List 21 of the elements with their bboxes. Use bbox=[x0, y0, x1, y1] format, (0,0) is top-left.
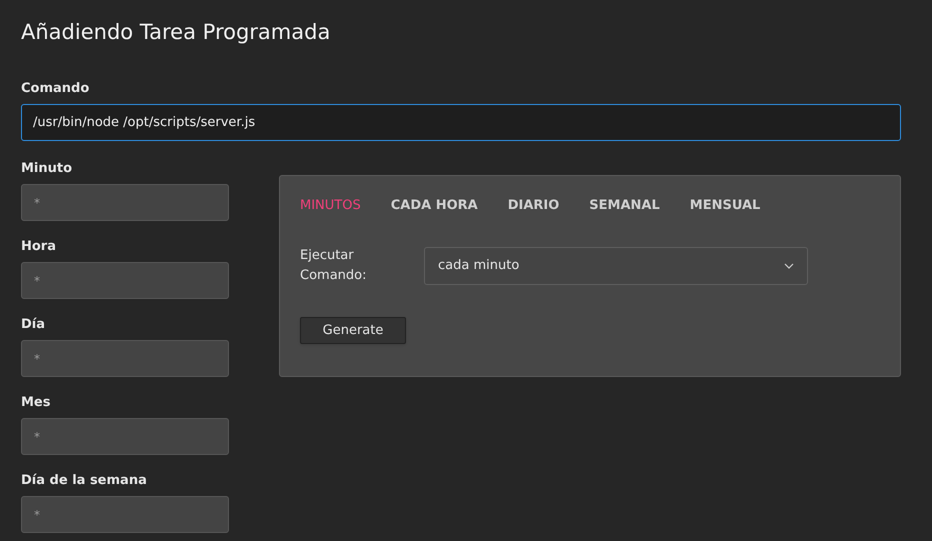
command-field[interactable]: /usr/bin/node /opt/scripts/server.js bbox=[21, 104, 901, 141]
field-label: Hora bbox=[21, 238, 56, 256]
execute-label: Ejecutar Comando: bbox=[300, 247, 368, 285]
tab[interactable]: MENSUAL bbox=[690, 196, 760, 216]
tab[interactable]: SEMANAL bbox=[589, 196, 660, 216]
chevron-down-icon bbox=[784, 263, 794, 269]
field-label: Día de la semana bbox=[21, 472, 147, 490]
tab[interactable]: DIARIO bbox=[508, 196, 560, 216]
field-label: Mes bbox=[21, 394, 50, 412]
field-label: Minuto bbox=[21, 160, 72, 178]
tab[interactable]: CADA HORA bbox=[390, 196, 478, 216]
input-field[interactable]: * bbox=[21, 184, 229, 221]
frequency-select[interactable]: cada minuto bbox=[424, 247, 808, 285]
input-field[interactable]: * bbox=[21, 496, 229, 533]
generate-button[interactable]: Generate bbox=[300, 317, 406, 344]
page-title: Añadiendo Tarea Programada bbox=[21, 19, 332, 46]
input-field[interactable]: * bbox=[21, 262, 229, 299]
field-label: Día bbox=[21, 316, 46, 334]
input-field[interactable]: * bbox=[21, 418, 229, 455]
input-field[interactable]: * bbox=[21, 340, 229, 377]
field-label: Comando bbox=[21, 80, 90, 98]
